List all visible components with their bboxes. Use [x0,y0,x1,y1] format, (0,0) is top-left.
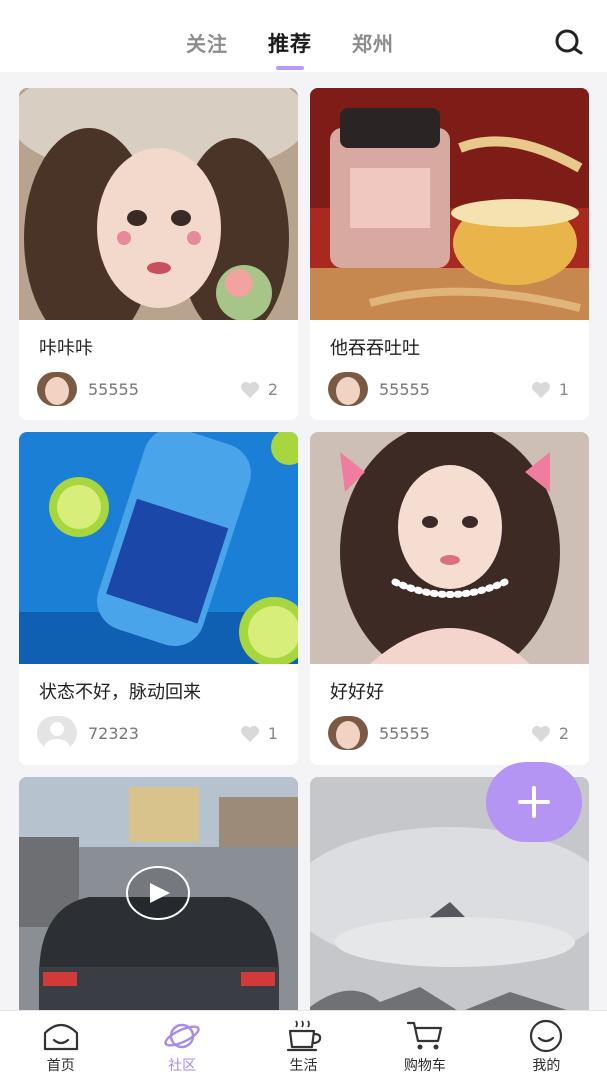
nav-cart[interactable]: 购物车 [364,1011,485,1080]
bottom-navigation: 首页 社区 生活 购物车 我的 [0,1010,607,1080]
play-video-icon[interactable] [125,865,191,921]
home-face-icon [43,1023,78,1051]
author-name: 72323 [88,723,139,743]
post-image-drink-bottle[interactable] [19,432,298,664]
heart-icon [240,725,259,742]
post-card[interactable]: 好好好 55555 2 [310,432,589,765]
post-card[interactable]: 状态不好，脉动回来 72323 1 [19,432,298,765]
top-bar: 关注 推荐 郑州 [0,0,607,72]
post-author[interactable]: 72323 [37,716,139,750]
post-image-girl-pink-bows[interactable] [310,432,589,664]
nav-label: 首页 [46,1058,75,1074]
post-title: 状态不好，脉动回来 [39,682,201,703]
tab-recommended[interactable]: 推荐 [268,28,312,70]
active-tab-indicator [276,66,304,70]
nav-label: 购物车 [403,1058,446,1074]
nav-community[interactable]: 社区 [121,1011,242,1080]
like-counter[interactable]: 2 [531,724,569,743]
tab-zhengzhou[interactable]: 郑州 [352,28,394,58]
shopping-cart-icon [406,1021,443,1050]
post-card[interactable]: 他吞吞吐吐 55555 1 [310,88,589,420]
post-image-street-video[interactable] [19,777,298,1010]
post-author[interactable]: 55555 [328,372,430,406]
search-icon[interactable] [554,28,584,58]
post-feed[interactable]: 咔咔咔 55555 2 他吞吞吐吐 55555 1 状态不好，脉动回来 7232… [0,72,607,1010]
post-title: 他吞吞吐吐 [330,338,420,359]
like-count: 2 [267,380,278,399]
like-counter[interactable]: 1 [531,380,569,399]
post-author[interactable]: 55555 [328,716,430,750]
post-image-girl-floral[interactable] [19,88,298,320]
post-title: 咔咔咔 [39,338,93,359]
post-author[interactable]: 55555 [37,372,139,406]
heart-icon [240,381,259,398]
avatar-default-icon [37,716,77,750]
like-counter[interactable]: 1 [240,724,278,743]
heart-icon [531,381,550,398]
post-title: 好好好 [330,682,384,703]
post-image-ginseng-tea[interactable] [310,88,589,320]
avatar [37,372,77,406]
category-tabs: 关注 推荐 郑州 [186,28,394,70]
like-counter[interactable]: 2 [240,380,278,399]
tab-following[interactable]: 关注 [186,28,228,58]
like-count: 1 [558,380,569,399]
create-post-button[interactable] [486,762,582,842]
like-count: 2 [558,724,569,743]
nav-label: 社区 [168,1058,197,1074]
author-name: 55555 [88,379,139,399]
like-count: 1 [267,724,278,743]
nav-me[interactable]: 我的 [486,1011,607,1080]
post-card-video[interactable] [19,777,298,1010]
author-name: 55555 [379,723,430,743]
heart-icon [531,725,550,742]
avatar [328,372,368,406]
nav-life[interactable]: 生活 [243,1011,364,1080]
smiley-icon [530,1019,563,1053]
nav-label: 生活 [289,1058,318,1074]
planet-icon [164,1023,200,1049]
author-name: 55555 [379,379,430,399]
coffee-cup-icon [286,1020,321,1052]
nav-label: 我的 [532,1058,561,1074]
post-card[interactable]: 咔咔咔 55555 2 [19,88,298,420]
nav-home[interactable]: 首页 [0,1011,121,1080]
avatar [328,716,368,750]
